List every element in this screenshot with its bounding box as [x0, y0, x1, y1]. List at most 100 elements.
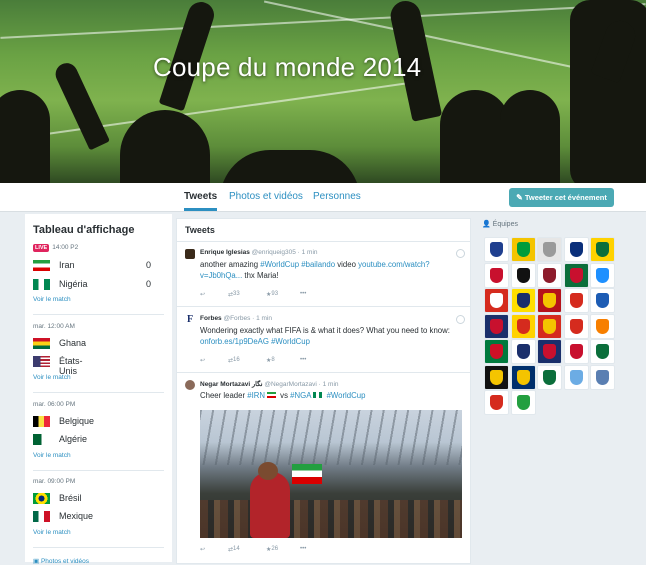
hashtag-link[interactable]: #bailando: [301, 260, 335, 269]
crest-shield-icon: [516, 344, 530, 359]
more-icon[interactable]: •••: [300, 546, 306, 552]
retweet-button[interactable]: ⇄ 16: [228, 357, 240, 364]
see-match-link[interactable]: Voir le match: [33, 452, 71, 459]
url-link[interactable]: onforb.es/1p9DeAG: [200, 337, 269, 346]
photos-videos-link[interactable]: ▣ Photos et vidéos: [33, 557, 89, 565]
team-crest-icon[interactable]: [537, 364, 562, 390]
team-crest-icon[interactable]: [590, 288, 615, 313]
team-crest-icon[interactable]: [510, 390, 536, 415]
tweet-text: Wondering exactly what FIFA is & what it…: [200, 326, 450, 346]
brazil-flag-icon: [33, 493, 50, 504]
team-crest-icon[interactable]: [484, 364, 509, 390]
tweet-photo[interactable]: [200, 410, 462, 538]
hashtag-link[interactable]: #WorldCup: [260, 260, 299, 269]
team-crest-icon[interactable]: [510, 364, 536, 390]
crest-shield-icon: [543, 369, 556, 385]
tweet[interactable]: Enrique Iglesias @enriqueig305 · 1 min a…: [177, 242, 470, 307]
crest-shield-icon: [543, 293, 556, 308]
reply-icon[interactable]: ↩: [200, 291, 205, 298]
tweet-handle-time: @Forbes · 1 min: [223, 315, 272, 322]
more-icon[interactable]: •••: [300, 357, 306, 363]
hashtag-link[interactable]: #WorldCup: [327, 391, 366, 400]
crest-shield-icon: [569, 344, 583, 359]
crest-shield-icon: [596, 318, 609, 334]
team-crest-icon[interactable]: [510, 339, 536, 364]
hashtag-link[interactable]: #WorldCup: [271, 337, 310, 346]
tab-tweets[interactable]: Tweets: [184, 183, 218, 211]
team-crest-icon[interactable]: [563, 237, 589, 262]
tweet-menu-icon[interactable]: [456, 315, 465, 324]
crest-shield-icon: [569, 267, 583, 283]
tweet[interactable]: Negar Mortazavi نگار @NegarMortazavi · 1…: [177, 373, 470, 563]
team-crest-icon[interactable]: [510, 313, 536, 339]
team-crest-icon[interactable]: [484, 313, 509, 339]
tweet[interactable]: F Forbes @Forbes · 1 min Wondering exact…: [177, 307, 470, 373]
retweet-button[interactable]: ⇄ 33: [228, 291, 240, 298]
favorite-button[interactable]: ★ 93: [266, 291, 278, 298]
team-crest-icon[interactable]: [510, 237, 536, 262]
team-score: 0: [146, 260, 152, 270]
hashtag-link[interactable]: #NGA: [290, 391, 311, 400]
team-crest-icon[interactable]: [563, 288, 589, 313]
team-crest-icon[interactable]: [484, 339, 509, 364]
avatar[interactable]: F: [185, 315, 195, 325]
favorite-button[interactable]: ★ 26: [266, 546, 278, 553]
team-crest-icon[interactable]: [484, 237, 509, 262]
team-crest-icon[interactable]: [484, 288, 509, 313]
hashtag-link[interactable]: #IRN: [247, 391, 265, 400]
see-match-link[interactable]: Voir le match: [33, 374, 71, 381]
team-crest-icon[interactable]: [510, 262, 536, 288]
retweet-button[interactable]: ⇄ 14: [228, 546, 240, 553]
tweet-menu-icon[interactable]: [456, 249, 465, 258]
team-crest-icon[interactable]: [537, 288, 562, 313]
team-crest-icon[interactable]: [563, 262, 589, 288]
tweet-author[interactable]: Enrique Iglesias: [200, 249, 250, 256]
team-crest-icon[interactable]: [590, 262, 615, 288]
see-match-link[interactable]: Voir le match: [33, 529, 71, 536]
crowd: [200, 500, 462, 538]
tweet-author[interactable]: Negar Mortazavi نگار: [200, 381, 263, 388]
crest-shield-icon: [543, 318, 556, 334]
more-icon[interactable]: •••: [300, 291, 306, 297]
tweet-event-button[interactable]: ✎ Tweeter cet événement: [509, 188, 614, 207]
crest-shield-icon: [596, 369, 609, 385]
team-crest-icon[interactable]: [590, 364, 615, 390]
team-crest-icon[interactable]: [590, 339, 615, 364]
tweet-text: Cheer leader #IRN vs #NGA #WorldCup: [200, 391, 366, 400]
crest-shield-icon: [490, 395, 503, 410]
team-crest-icon[interactable]: [537, 339, 562, 364]
avatar[interactable]: [185, 249, 195, 259]
team-crest-icon[interactable]: [563, 339, 589, 364]
event-title: Coupe du monde 2014: [153, 52, 422, 82]
divider: [33, 470, 164, 471]
reply-icon[interactable]: ↩: [200, 357, 205, 364]
fan-silhouette: [220, 150, 360, 183]
tab-photos-videos[interactable]: Photos et vidéos: [229, 183, 303, 211]
team-crest-icon[interactable]: [537, 313, 562, 339]
crest-shield-icon: [569, 318, 583, 334]
timeline-header: Tweets: [177, 219, 470, 242]
avatar[interactable]: [185, 380, 195, 390]
team-crest-icon[interactable]: [484, 262, 509, 288]
team-crest-icon[interactable]: [537, 262, 562, 288]
fan-silhouette: [500, 90, 560, 183]
team-crest-icon[interactable]: [484, 390, 509, 415]
team-crest-icon[interactable]: [590, 313, 615, 339]
tab-people[interactable]: Personnes: [313, 183, 361, 211]
favorite-button[interactable]: ★ 8: [266, 357, 275, 364]
team-crest-icon[interactable]: [537, 237, 562, 262]
team-crest-icon[interactable]: [510, 288, 536, 313]
event-banner: Coupe du monde 2014: [0, 0, 646, 183]
reply-icon[interactable]: ↩: [200, 546, 205, 553]
crest-shield-icon: [490, 293, 503, 308]
crest-shield-icon: [490, 344, 503, 359]
team-crest-icon[interactable]: [590, 237, 615, 262]
tweet-author[interactable]: Forbes: [200, 315, 222, 322]
match-time: LIVE 14:00 P2: [33, 244, 79, 252]
team-crest-icon[interactable]: [563, 313, 589, 339]
crest-shield-icon: [596, 344, 609, 359]
crest-shield-icon: [543, 344, 556, 359]
team-crest-icon[interactable]: [563, 364, 589, 390]
see-match-link[interactable]: Voir le match: [33, 296, 71, 303]
crest-shield-icon: [569, 242, 583, 257]
